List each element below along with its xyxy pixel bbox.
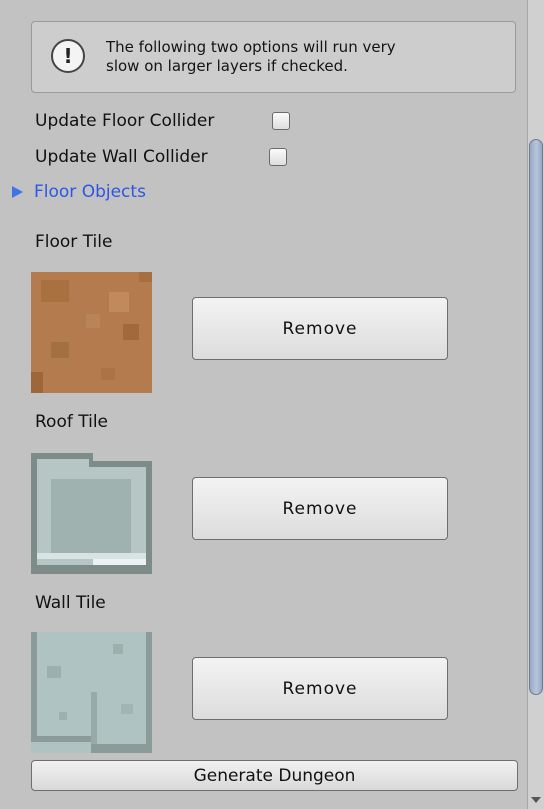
help-text-line-1: The following two options will run very: [106, 38, 396, 56]
info-icon: !: [51, 39, 85, 73]
update-wall-collider-label: Update Wall Collider: [35, 147, 208, 167]
remove-wall-tile-button[interactable]: Remove: [192, 657, 448, 720]
help-text-line-2: slow on larger layers if checked.: [106, 57, 348, 75]
scrollbar-thumb[interactable]: [529, 139, 543, 695]
wall-tile-preview[interactable]: [31, 632, 152, 753]
remove-roof-tile-button[interactable]: Remove: [192, 477, 448, 540]
floor-tile-label: Floor Tile: [35, 232, 113, 252]
update-floor-collider-label: Update Floor Collider: [35, 111, 215, 131]
scrollbar-track: [527, 0, 528, 809]
help-text: The following two options will run very …: [106, 38, 501, 76]
floor-objects-label[interactable]: Floor Objects: [34, 182, 146, 202]
floor-objects-foldout[interactable]: Floor Objects: [12, 180, 146, 204]
wall-tile-label: Wall Tile: [35, 593, 106, 613]
update-wall-collider-checkbox[interactable]: [269, 148, 287, 166]
scroll-down-arrow-icon[interactable]: [531, 797, 541, 803]
floor-tile-preview[interactable]: [31, 272, 152, 393]
generate-dungeon-button[interactable]: Generate Dungeon: [31, 760, 518, 791]
inspector-panel: ! The following two options will run ver…: [0, 0, 527, 809]
remove-floor-tile-button[interactable]: Remove: [192, 297, 448, 360]
help-box: ! The following two options will run ver…: [31, 21, 516, 93]
foldout-arrow-icon[interactable]: [12, 186, 23, 198]
roof-tile-preview[interactable]: [31, 453, 152, 574]
update-floor-collider-checkbox[interactable]: [272, 112, 290, 130]
update-floor-collider-toggle[interactable]: Update Floor Collider: [35, 109, 290, 133]
update-wall-collider-toggle[interactable]: Update Wall Collider: [35, 145, 287, 169]
vertical-scrollbar[interactable]: [527, 0, 544, 809]
roof-tile-label: Roof Tile: [35, 412, 109, 432]
